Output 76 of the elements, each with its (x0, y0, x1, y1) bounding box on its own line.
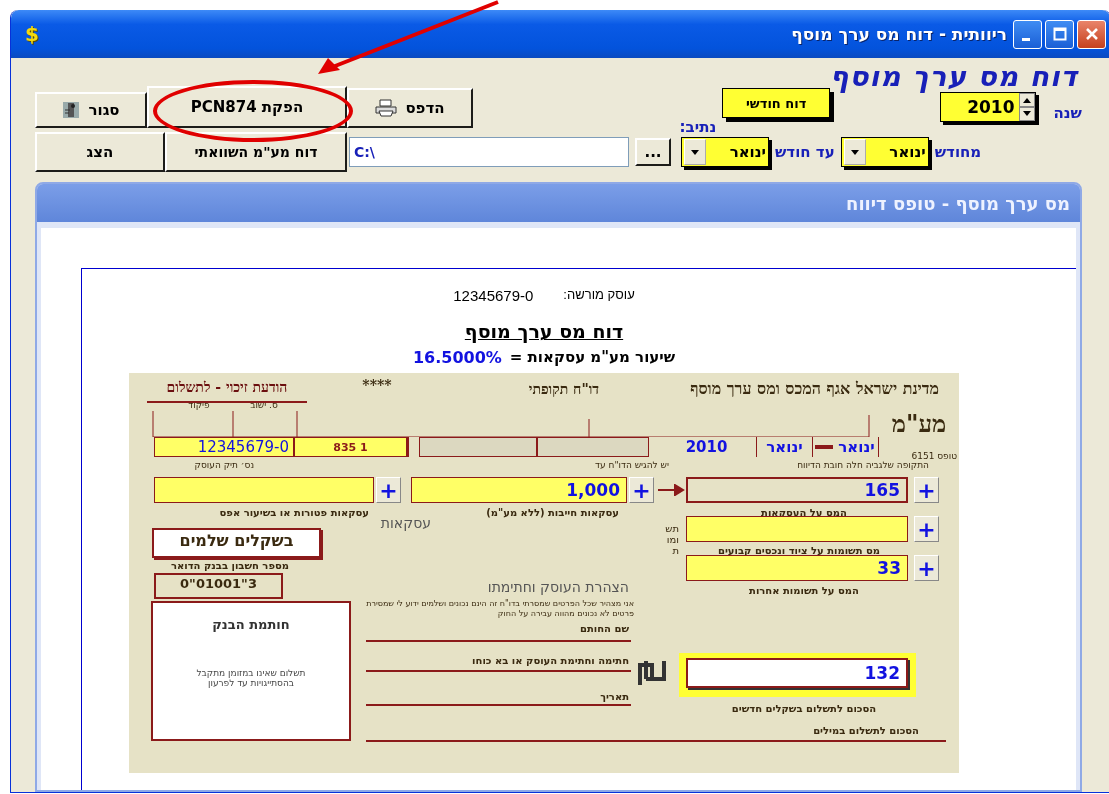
browse-button[interactable]: ... (635, 138, 671, 166)
currency-note: בשקלים שלמים (152, 528, 321, 558)
dealer-number: 12345679-0 (453, 287, 534, 304)
comparative-report-button[interactable]: דוח מע"מ השוואתי (165, 132, 347, 172)
minimize-icon (1021, 37, 1030, 41)
form-type: דו"ח תקופתי (527, 381, 599, 399)
exit-door-icon (62, 101, 81, 119)
maximize-button[interactable] (1045, 19, 1074, 49)
window-title: ריוותית - דוח מס ערך מוסף (791, 24, 1007, 44)
dash-mark (815, 444, 833, 450)
signature-label: חתימה וחתימת העוסק או בא כוחו (471, 655, 629, 668)
dealer-label: עוסק מורשה: (563, 287, 635, 304)
stars-mark: **** (361, 377, 393, 395)
taxable-sales-label: עסקאות חייבות (ללא מע"מ) (485, 507, 619, 520)
add-button[interactable]: + (914, 555, 939, 581)
inputs-heading: תשומות (665, 523, 679, 558)
notice-heading: הודעת זיכוי - לתשלום (147, 379, 307, 403)
print-button[interactable]: הדפס (347, 88, 473, 128)
app-icon: $ (25, 22, 39, 46)
form-number: טופס 6151 (910, 451, 957, 463)
exempt-sales-label: עסקאות פטורות או בשיעור אפס (218, 507, 369, 520)
other-inputs-field: 33 (686, 555, 908, 581)
show-button[interactable]: הצג (35, 132, 165, 172)
add-button[interactable]: + (376, 477, 401, 503)
year-label: שנה (1053, 104, 1082, 122)
total-field: 132 (686, 658, 908, 688)
to-month-label: עד חודש (775, 143, 835, 161)
total-words-label: הסכום לתשלום במילים (812, 725, 919, 738)
period-label: התקופה שלגביה חלה חובת הדיווח (796, 460, 929, 472)
dealer-id-field: 12345679-0 (154, 437, 294, 457)
add-button[interactable]: + (914, 516, 939, 542)
signer-label: שם החותם (579, 623, 629, 636)
bank-account-label: מספר חשבון בבנק הדואר (169, 560, 289, 573)
printer-icon (375, 99, 398, 117)
panel-title: מס ערך מוסף - טופס דיווח (846, 192, 1070, 214)
vat-logo: מע"מ (890, 409, 948, 440)
vat-rate-value: 16.5000% (412, 348, 502, 367)
vat-rate-label: שיעור מע"מ עסקאות = (509, 348, 676, 367)
year-spinner[interactable]: 2010 (940, 92, 1036, 122)
add-button[interactable]: + (914, 477, 939, 503)
maximize-icon (1052, 27, 1067, 41)
period-to-field: ינואר (757, 437, 813, 457)
pcn-export-button[interactable]: הפקת PCN874 (147, 86, 347, 128)
bank-account-field: 0"01001"3 (154, 573, 283, 599)
sales-tax-field: 165 (686, 477, 908, 503)
date-label: תאריך (599, 691, 629, 704)
branch-field: 835 1 (294, 437, 407, 457)
report-heading: דוח מס ערך מוסף (828, 59, 1080, 95)
from-month-label: מחודש (934, 143, 982, 161)
sales-heading: עסקאות (379, 515, 431, 533)
declaration-title: הצהרת העוסק וחתימתו (486, 579, 629, 597)
add-button[interactable]: + (629, 477, 654, 503)
fixed-assets-label: מס תשומות על ציוד ונכסים קבועים (716, 545, 882, 558)
period-year-field: 2010 (657, 437, 757, 457)
path-label: נתיב: (679, 118, 717, 136)
to-month-dropdown[interactable]: ינואר (681, 137, 769, 167)
taxable-sales-field: 1,000 (411, 477, 627, 503)
field-label: ס. ישוב (249, 400, 279, 412)
report-title: דוח מס ערך מוסף (464, 320, 624, 342)
bank-stamp-title: חותמת הבנק (212, 617, 290, 632)
declaration-text: אני מצהיר שכל הפרטים שמסרתי בדו"ח זה הינם נכונים ושלמים ידוע לי שמסירת פרטים לא נכונים מהווה עבירה על החוק (365, 599, 634, 620)
from-month-dropdown[interactable]: ינואר (840, 137, 929, 167)
other-inputs-label: המס על תשומות אחרות (748, 585, 860, 598)
close-button[interactable] (1077, 19, 1106, 49)
minimize-button[interactable] (1013, 19, 1042, 49)
file-number-label: נס׳ תיק העוסק (193, 460, 254, 472)
arrow-icon (657, 484, 685, 496)
period-from-field: ינואר (835, 437, 879, 457)
close-icon (1084, 27, 1099, 41)
bank-stamp-note: תשלום שאינו במזומן מתקבל בהסתייגויות עד לפרעון (195, 668, 307, 688)
close-window-button[interactable]: סגור (35, 92, 147, 128)
path-field[interactable]: C:\ (349, 137, 629, 167)
due-date-label: יש להגיש הדו"ח עד (594, 460, 669, 472)
field-label: פיקוד (187, 400, 211, 412)
agency-heading: מדינת ישראל אגף המכס ומס ערך מוסף (689, 379, 939, 400)
total-label: הסכום לתשלום בשקלים חדשים (730, 703, 878, 716)
